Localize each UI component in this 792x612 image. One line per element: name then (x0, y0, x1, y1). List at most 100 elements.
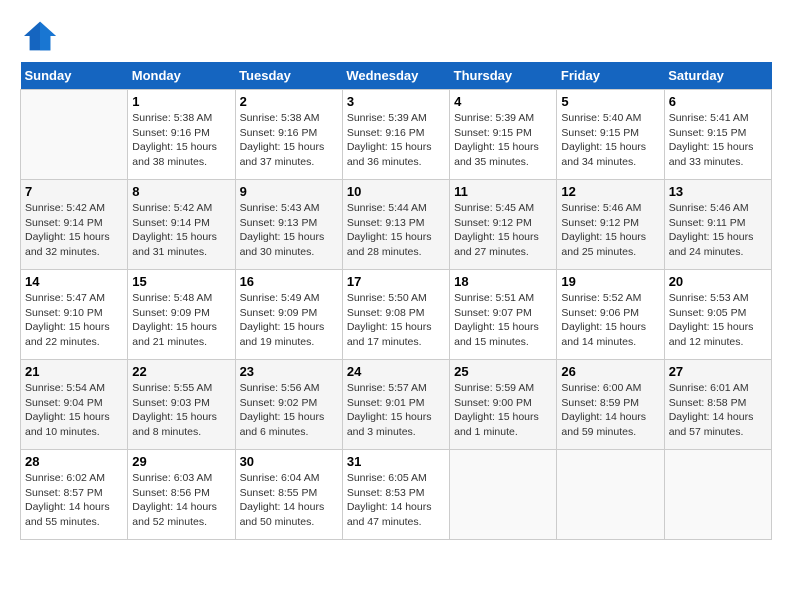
day-number: 9 (240, 184, 338, 199)
day-number: 21 (25, 364, 123, 379)
calendar-cell: 15Sunrise: 5:48 AMSunset: 9:09 PMDayligh… (128, 270, 235, 360)
day-number: 3 (347, 94, 445, 109)
day-number: 6 (669, 94, 767, 109)
day-number: 8 (132, 184, 230, 199)
calendar-cell: 6 Sunrise: 5:41 AMSunset: 9:15 PMDaylight… (664, 90, 771, 180)
day-number: 5 (561, 94, 659, 109)
week-row-1: 1 Sunrise: 5:38 AMSunset: 9:16 PMDaylight… (21, 90, 772, 180)
day-number: 22 (132, 364, 230, 379)
calendar-cell: 25Sunrise: 5:59 AMSunset: 9:00 PMDayligh… (450, 360, 557, 450)
day-info: Sunrise: 5:53 AMSunset: 9:05 PMDaylight:… (669, 291, 767, 350)
weekday-header-thursday: Thursday (450, 62, 557, 90)
day-info: Sunrise: 5:40 AMSunset: 9:15 PMDaylight:… (561, 111, 659, 170)
day-info: Sunrise: 5:42 AMSunset: 9:14 PMDaylight:… (132, 201, 230, 260)
day-number: 23 (240, 364, 338, 379)
calendar-cell: 26 Sunrise: 6:00 AMSunset: 8:59 PMDayligh… (557, 360, 664, 450)
weekday-header-monday: Monday (128, 62, 235, 90)
day-number: 4 (454, 94, 552, 109)
day-number: 29 (132, 454, 230, 469)
calendar-cell: 22 Sunrise: 5:55 AMSunset: 9:03 PMDayligh… (128, 360, 235, 450)
day-number: 26 (561, 364, 659, 379)
calendar-cell: 1 Sunrise: 5:38 AMSunset: 9:16 PMDaylight… (128, 90, 235, 180)
day-info: Sunrise: 5:47 AMSunset: 9:10 PMDaylight:… (25, 291, 123, 350)
weekday-header-saturday: Saturday (664, 62, 771, 90)
day-number: 12 (561, 184, 659, 199)
calendar-cell (557, 450, 664, 540)
day-info: Sunrise: 5:38 AMSunset: 9:16 PMDaylight:… (240, 111, 338, 170)
day-number: 10 (347, 184, 445, 199)
page-header (20, 20, 772, 52)
day-number: 13 (669, 184, 767, 199)
calendar-cell: 19 Sunrise: 5:52 AMSunset: 9:06 PMDayligh… (557, 270, 664, 360)
day-info: Sunrise: 5:56 AMSunset: 9:02 PMDaylight:… (240, 381, 338, 440)
day-number: 2 (240, 94, 338, 109)
calendar-cell: 24 Sunrise: 5:57 AMSunset: 9:01 PMDayligh… (342, 360, 449, 450)
calendar-cell: 28 Sunrise: 6:02 AMSunset: 8:57 PMDayligh… (21, 450, 128, 540)
logo-icon (20, 20, 60, 52)
day-number: 27 (669, 364, 767, 379)
day-info: Sunrise: 6:00 AMSunset: 8:59 PMDaylight:… (561, 381, 659, 440)
day-number: 1 (132, 94, 230, 109)
day-number: 28 (25, 454, 123, 469)
weekday-header-sunday: Sunday (21, 62, 128, 90)
calendar-cell (21, 90, 128, 180)
calendar-cell: 5 Sunrise: 5:40 AMSunset: 9:15 PMDaylight… (557, 90, 664, 180)
day-number: 30 (240, 454, 338, 469)
day-number: 31 (347, 454, 445, 469)
weekday-header-friday: Friday (557, 62, 664, 90)
weekday-header-wednesday: Wednesday (342, 62, 449, 90)
calendar-cell: 9Sunrise: 5:43 AMSunset: 9:13 PMDaylight… (235, 180, 342, 270)
day-info: Sunrise: 6:01 AMSunset: 8:58 PMDaylight:… (669, 381, 767, 440)
day-info: Sunrise: 5:48 AMSunset: 9:09 PMDaylight:… (132, 291, 230, 350)
calendar-cell: 10 Sunrise: 5:44 AMSunset: 9:13 PMDayligh… (342, 180, 449, 270)
calendar-cell: 7 Sunrise: 5:42 AMSunset: 9:14 PMDaylight… (21, 180, 128, 270)
day-info: Sunrise: 5:44 AMSunset: 9:13 PMDaylight:… (347, 201, 445, 260)
weekday-header-tuesday: Tuesday (235, 62, 342, 90)
day-info: Sunrise: 6:05 AMSunset: 8:53 PMDaylight:… (347, 471, 445, 530)
day-number: 24 (347, 364, 445, 379)
logo (20, 20, 62, 52)
calendar-cell: 18 Sunrise: 5:51 AMSunset: 9:07 PMDayligh… (450, 270, 557, 360)
day-info: Sunrise: 5:46 AMSunset: 9:12 PMDaylight:… (561, 201, 659, 260)
day-info: Sunrise: 5:59 AMSunset: 9:00 PMDaylight:… (454, 381, 552, 440)
calendar-cell: 8 Sunrise: 5:42 AMSunset: 9:14 PMDaylight… (128, 180, 235, 270)
day-number: 11 (454, 184, 552, 199)
day-info: Sunrise: 5:39 AMSunset: 9:16 PMDaylight:… (347, 111, 445, 170)
calendar-cell: 17 Sunrise: 5:50 AMSunset: 9:08 PMDayligh… (342, 270, 449, 360)
day-number: 18 (454, 274, 552, 289)
calendar-cell: 16Sunrise: 5:49 AMSunset: 9:09 PMDayligh… (235, 270, 342, 360)
day-info: Sunrise: 5:57 AMSunset: 9:01 PMDaylight:… (347, 381, 445, 440)
day-info: Sunrise: 6:04 AMSunset: 8:55 PMDaylight:… (240, 471, 338, 530)
day-info: Sunrise: 5:41 AMSunset: 9:15 PMDaylight:… (669, 111, 767, 170)
day-info: Sunrise: 6:02 AMSunset: 8:57 PMDaylight:… (25, 471, 123, 530)
day-info: Sunrise: 6:03 AMSunset: 8:56 PMDaylight:… (132, 471, 230, 530)
day-info: Sunrise: 5:39 AMSunset: 9:15 PMDaylight:… (454, 111, 552, 170)
calendar-cell (450, 450, 557, 540)
day-info: Sunrise: 5:55 AMSunset: 9:03 PMDaylight:… (132, 381, 230, 440)
day-info: Sunrise: 5:54 AMSunset: 9:04 PMDaylight:… (25, 381, 123, 440)
day-info: Sunrise: 5:51 AMSunset: 9:07 PMDaylight:… (454, 291, 552, 350)
day-number: 19 (561, 274, 659, 289)
calendar-cell: 4 Sunrise: 5:39 AMSunset: 9:15 PMDaylight… (450, 90, 557, 180)
calendar-cell: 20 Sunrise: 5:53 AMSunset: 9:05 PMDayligh… (664, 270, 771, 360)
day-info: Sunrise: 5:50 AMSunset: 9:08 PMDaylight:… (347, 291, 445, 350)
calendar-cell: 13Sunrise: 5:46 AMSunset: 9:11 PMDayligh… (664, 180, 771, 270)
day-number: 14 (25, 274, 123, 289)
day-number: 20 (669, 274, 767, 289)
calendar-cell: 2 Sunrise: 5:38 AMSunset: 9:16 PMDaylight… (235, 90, 342, 180)
day-number: 17 (347, 274, 445, 289)
day-info: Sunrise: 5:38 AMSunset: 9:16 PMDaylight:… (132, 111, 230, 170)
week-row-5: 28 Sunrise: 6:02 AMSunset: 8:57 PMDayligh… (21, 450, 772, 540)
day-number: 7 (25, 184, 123, 199)
day-info: Sunrise: 5:52 AMSunset: 9:06 PMDaylight:… (561, 291, 659, 350)
weekday-header-row: SundayMondayTuesdayWednesdayThursdayFrid… (21, 62, 772, 90)
calendar-cell: 23 Sunrise: 5:56 AMSunset: 9:02 PMDayligh… (235, 360, 342, 450)
week-row-3: 14 Sunrise: 5:47 AMSunset: 9:10 PMDayligh… (21, 270, 772, 360)
day-info: Sunrise: 5:42 AMSunset: 9:14 PMDaylight:… (25, 201, 123, 260)
calendar-cell: 30 Sunrise: 6:04 AMSunset: 8:55 PMDayligh… (235, 450, 342, 540)
week-row-4: 21 Sunrise: 5:54 AMSunset: 9:04 PMDayligh… (21, 360, 772, 450)
calendar-cell: 12 Sunrise: 5:46 AMSunset: 9:12 PMDayligh… (557, 180, 664, 270)
calendar-cell: 3 Sunrise: 5:39 AMSunset: 9:16 PMDaylight… (342, 90, 449, 180)
calendar-cell: 21 Sunrise: 5:54 AMSunset: 9:04 PMDayligh… (21, 360, 128, 450)
calendar-cell: 11Sunrise: 5:45 AMSunset: 9:12 PMDayligh… (450, 180, 557, 270)
